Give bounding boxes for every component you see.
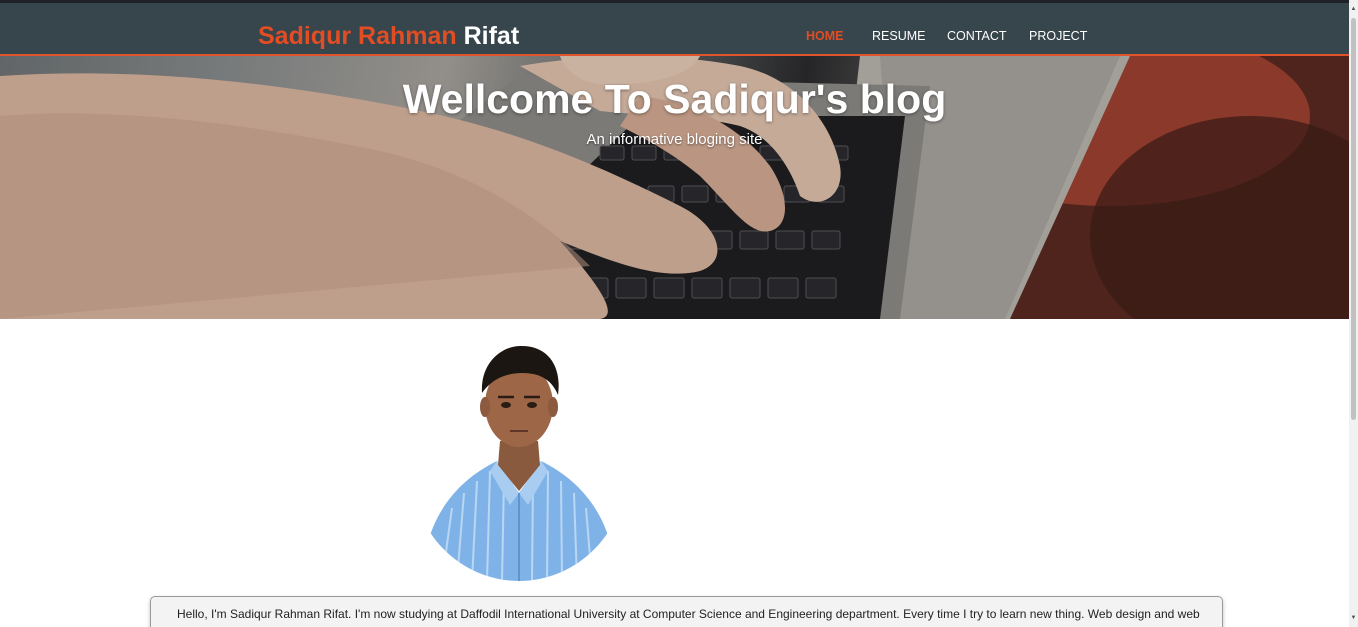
profile-photo bbox=[412, 343, 626, 581]
main-nav: HOME RESUME CONTACT PROJECT bbox=[0, 28, 1349, 44]
person-portrait-image bbox=[422, 345, 616, 581]
scroll-down-arrow-icon[interactable]: ▼ bbox=[1350, 615, 1357, 622]
page-scrollbar[interactable]: ▲ ▼ bbox=[1349, 0, 1358, 627]
nav-resume-link[interactable]: RESUME bbox=[872, 28, 925, 44]
nav-project-link[interactable]: PROJECT bbox=[1029, 28, 1087, 44]
nav-contact-link[interactable]: CONTACT bbox=[947, 28, 1007, 44]
hero-banner: Wellcome To Sadiqur's blog An informativ… bbox=[0, 56, 1349, 319]
scroll-up-arrow-icon[interactable]: ▲ bbox=[1350, 6, 1357, 13]
about-text: Hello, I'm Sadiqur Rahman Rifat. I'm now… bbox=[177, 607, 1200, 621]
hero-title: Wellcome To Sadiqur's blog bbox=[402, 76, 947, 122]
navbar: Sadiqur Rahman Rifat HOME RESUME CONTACT… bbox=[0, 3, 1349, 56]
scrollbar-thumb[interactable] bbox=[1351, 18, 1356, 420]
hero-subtitle: An informative bloging site bbox=[586, 131, 763, 148]
about-text-box: Hello, I'm Sadiqur Rahman Rifat. I'm now… bbox=[150, 596, 1223, 627]
nav-home-link[interactable]: HOME bbox=[806, 28, 844, 44]
